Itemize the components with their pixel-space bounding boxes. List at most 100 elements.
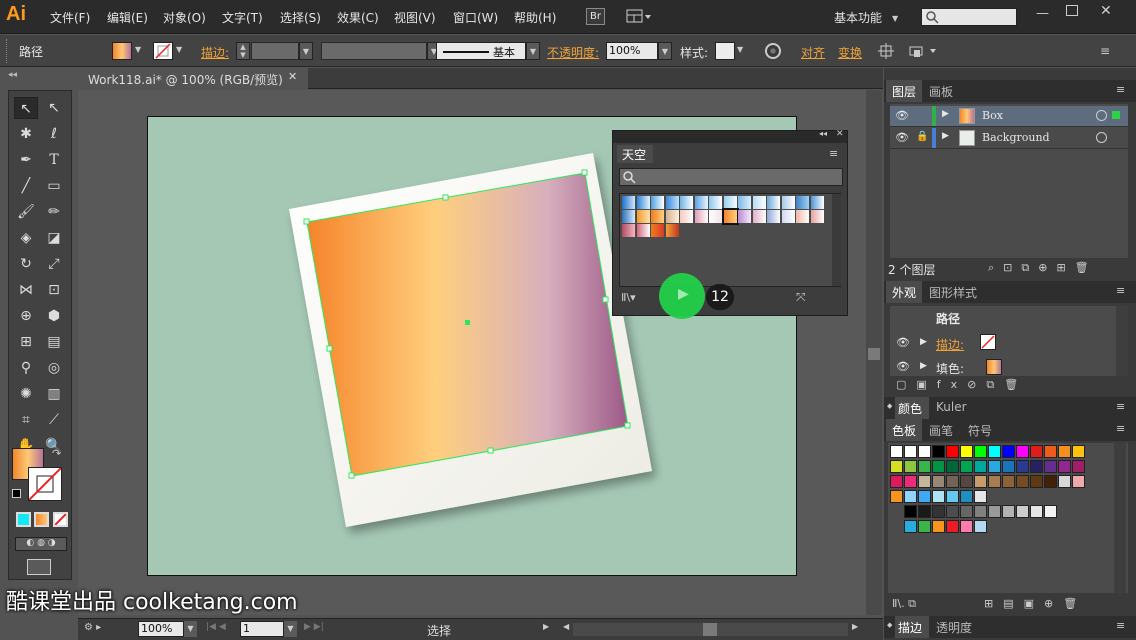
panel-menu-icon[interactable]: ≡ — [1116, 284, 1125, 297]
color-swatch[interactable] — [904, 490, 917, 503]
color-swatch[interactable] — [918, 505, 931, 518]
color-swatch[interactable] — [1072, 460, 1085, 473]
gradient-swatch[interactable] — [721, 208, 739, 225]
color-swatch[interactable] — [1044, 445, 1057, 458]
color-swatch[interactable] — [1044, 505, 1057, 518]
maximize-button[interactable] — [1066, 5, 1078, 16]
color-swatch[interactable] — [960, 460, 973, 473]
horizontal-scrollbar[interactable] — [573, 623, 848, 636]
gradient-swatch[interactable] — [810, 196, 824, 209]
color-swatch[interactable] — [932, 445, 945, 458]
color-swatch[interactable] — [974, 445, 987, 458]
color-swatch[interactable] — [932, 490, 945, 503]
gradient-swatch[interactable] — [636, 224, 650, 237]
color-swatch[interactable] — [1030, 445, 1043, 458]
chevron-down-icon[interactable]: ▼ — [184, 621, 197, 637]
expand-arrow-icon[interactable]: ▶ — [942, 131, 949, 141]
zoom-input[interactable]: 100% — [138, 621, 184, 637]
gradient-swatch[interactable] — [651, 196, 664, 209]
tab-artboards[interactable]: 画板 — [929, 83, 953, 100]
color-swatch[interactable] — [932, 505, 945, 518]
stroke-row-label[interactable]: 描边: — [936, 336, 964, 353]
color-swatch[interactable] — [960, 475, 973, 488]
play-icon[interactable]: ▶ — [678, 286, 689, 302]
color-swatch[interactable] — [918, 460, 931, 473]
layer-name[interactable]: Background — [982, 131, 1050, 144]
color-swatch[interactable] — [1016, 445, 1029, 458]
color-swatch[interactable] — [988, 475, 1001, 488]
scrollbar[interactable] — [1116, 306, 1128, 376]
expand-arrow-icon[interactable]: ▶ — [942, 109, 949, 119]
tab-color[interactable]: 颜色 — [895, 397, 929, 419]
gradient-swatch[interactable] — [767, 210, 780, 223]
artboard-number-input[interactable]: 1 — [240, 621, 284, 637]
stroke-swatch[interactable] — [980, 334, 996, 350]
lock-icon[interactable]: 🔒 — [916, 131, 928, 142]
scroll-right-arrow[interactable]: ▶ — [852, 622, 858, 631]
gradient-swatch[interactable] — [651, 224, 664, 237]
search-input[interactable] — [921, 8, 1017, 26]
scroll-thumb[interactable] — [703, 623, 717, 636]
gradient-swatch[interactable] — [636, 196, 650, 209]
color-swatch[interactable] — [988, 460, 1001, 473]
color-swatch[interactable] — [1016, 475, 1029, 488]
library-menu-icon[interactable]: Ⅱ\▾ — [621, 291, 636, 304]
tab-brushes[interactable]: 画笔 — [929, 422, 953, 439]
collapse-arrows-icon[interactable]: ◆ — [887, 402, 892, 410]
gradient-swatch[interactable] — [738, 196, 751, 209]
color-swatch[interactable] — [1072, 445, 1085, 458]
color-swatch[interactable] — [918, 445, 931, 458]
close-window-button[interactable]: ✕ — [1100, 3, 1112, 19]
eye-icon[interactable]: 👁 — [895, 131, 909, 144]
target-icon[interactable] — [1096, 132, 1107, 143]
color-swatch[interactable] — [960, 490, 973, 503]
first-artboard-icon[interactable]: |◀ ◀ — [206, 622, 226, 632]
color-swatch[interactable] — [974, 490, 987, 503]
color-swatch[interactable] — [890, 460, 903, 473]
color-swatch[interactable] — [918, 490, 931, 503]
color-swatch[interactable] — [1030, 460, 1043, 473]
fill-row-label[interactable]: 填色: — [936, 360, 964, 377]
color-swatch[interactable] — [960, 520, 973, 533]
color-swatch[interactable] — [946, 505, 959, 518]
color-swatch[interactable] — [904, 445, 917, 458]
color-swatch[interactable] — [890, 490, 903, 503]
gradient-swatch[interactable] — [651, 210, 664, 223]
gradient-swatch[interactable] — [665, 224, 679, 237]
color-swatch[interactable] — [932, 520, 945, 533]
gradient-swatch[interactable] — [796, 196, 809, 209]
color-swatch[interactable] — [890, 445, 903, 458]
color-swatch[interactable] — [890, 475, 903, 488]
color-swatch[interactable] — [904, 475, 917, 488]
color-swatch[interactable] — [904, 460, 917, 473]
gradient-swatch[interactable] — [796, 210, 809, 223]
color-swatch[interactable] — [946, 490, 959, 503]
gradient-swatch[interactable] — [752, 210, 766, 223]
color-swatch[interactable] — [1002, 475, 1015, 488]
color-swatch[interactable] — [1002, 460, 1015, 473]
gradient-swatch[interactable] — [752, 196, 766, 209]
color-swatch[interactable] — [974, 460, 987, 473]
swatch-library-menu-icon[interactable]: Ⅱ\. ⧉ — [892, 597, 916, 611]
fill-swatch[interactable] — [986, 359, 1002, 375]
color-swatch[interactable] — [1044, 460, 1057, 473]
gradient-swatch[interactable] — [781, 196, 795, 209]
panel-menu-icon[interactable]: ≡ — [1116, 83, 1125, 96]
color-swatch[interactable] — [1058, 460, 1071, 473]
gradient-swatch[interactable] — [709, 210, 722, 223]
gradient-swatch[interactable] — [622, 196, 635, 209]
arrange-options-icon[interactable] — [908, 43, 938, 59]
eye-icon[interactable]: 👁 — [896, 336, 910, 349]
scroll-thumb[interactable] — [868, 348, 880, 360]
status-icons[interactable]: ⚙ ▸ — [84, 622, 101, 633]
gradient-swatch[interactable] — [694, 196, 708, 209]
color-swatch[interactable] — [1002, 505, 1015, 518]
color-swatch[interactable] — [1016, 460, 1029, 473]
tab-swatches[interactable]: 色板 — [886, 419, 922, 441]
minimize-button[interactable]: — — [1036, 6, 1049, 21]
color-swatch[interactable] — [946, 445, 959, 458]
scrollbar[interactable] — [1114, 443, 1126, 593]
color-swatch[interactable] — [904, 505, 917, 518]
gradient-swatch[interactable] — [694, 210, 708, 223]
close-icon[interactable]: ✕ — [836, 129, 844, 139]
